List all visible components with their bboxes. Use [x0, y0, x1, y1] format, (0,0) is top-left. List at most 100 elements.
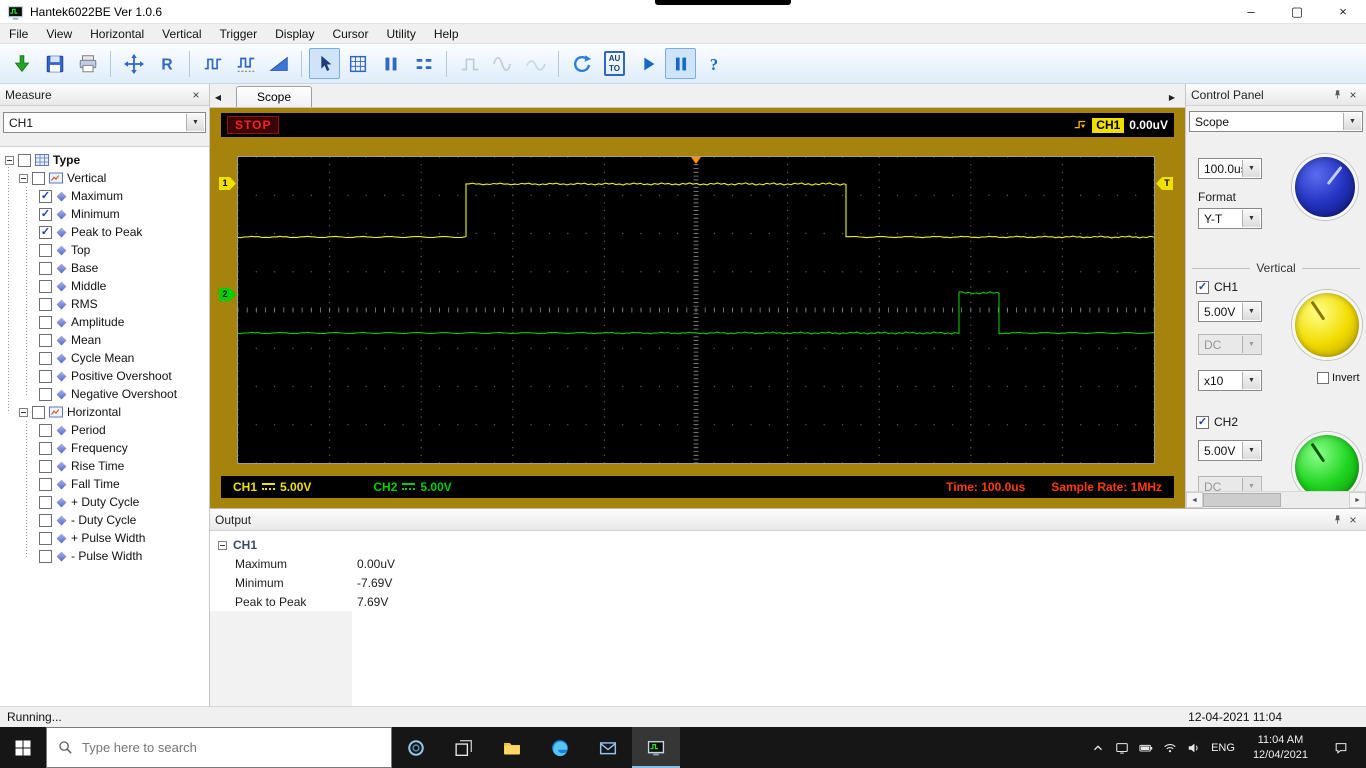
timebase-knob[interactable]: [1292, 154, 1358, 220]
menu-display[interactable]: Display: [266, 24, 323, 43]
ramp-generator-button[interactable]: [263, 48, 294, 79]
task-view-button[interactable]: [440, 727, 488, 768]
ch2-scale-select[interactable]: 5.00V: [1198, 440, 1262, 461]
taskbar-clock[interactable]: 11:04 AM 12/04/2021: [1253, 733, 1308, 762]
help-button[interactable]: ?: [698, 48, 729, 79]
checkbox[interactable]: [39, 388, 52, 401]
tree-item-frequency[interactable]: Frequency: [2, 439, 209, 457]
checkbox[interactable]: [32, 172, 45, 185]
tree-item-pulse-width[interactable]: + Pulse Width: [2, 529, 209, 547]
tree-item-positive-overshoot[interactable]: Positive Overshoot: [2, 367, 209, 385]
tree-expander-icon[interactable]: [19, 174, 28, 183]
grid-measure-button[interactable]: [342, 48, 373, 79]
save-button[interactable]: [39, 48, 70, 79]
tree-expander-icon[interactable]: [5, 156, 14, 165]
checkbox[interactable]: [39, 280, 52, 293]
control-panel-scrollbar[interactable]: ◄ ►: [1186, 491, 1366, 508]
checkbox[interactable]: [39, 370, 52, 383]
scrollbar-thumb[interactable]: [1203, 493, 1281, 507]
close-button[interactable]: ×: [1320, 0, 1366, 23]
checkbox[interactable]: ✓: [39, 226, 52, 239]
start-button[interactable]: [0, 727, 46, 768]
checkbox[interactable]: [39, 532, 52, 545]
close-icon[interactable]: ×: [1345, 512, 1361, 528]
checkbox[interactable]: [39, 352, 52, 365]
hantek-app-button[interactable]: [632, 727, 680, 768]
checkbox[interactable]: [39, 424, 52, 437]
auto-range-button[interactable]: R: [151, 48, 182, 79]
checkbox[interactable]: [39, 316, 52, 329]
ch1-invert-checkbox[interactable]: [1317, 372, 1329, 384]
tree-item-minimum[interactable]: ✓Minimum: [2, 205, 209, 223]
vertical-cursors-button[interactable]: [375, 48, 406, 79]
ch1-probe-select[interactable]: x10: [1198, 370, 1262, 391]
menu-help[interactable]: Help: [425, 24, 468, 43]
tab-scroll-left-button[interactable]: ◀: [210, 87, 226, 107]
hardware-icon[interactable]: [1115, 741, 1129, 755]
taskbar-search[interactable]: [46, 727, 392, 768]
hidden-icons-chevron[interactable]: [1091, 741, 1105, 755]
battery-icon[interactable]: [1139, 741, 1153, 755]
pin-icon[interactable]: [1329, 87, 1345, 103]
menu-view[interactable]: View: [37, 24, 81, 43]
menu-horizontal[interactable]: Horizontal: [81, 24, 153, 43]
pause-button[interactable]: [665, 48, 696, 79]
tree-item-fall-time[interactable]: Fall Time: [2, 475, 209, 493]
ch1-position-knob[interactable]: [1292, 290, 1362, 360]
checkbox[interactable]: [39, 244, 52, 257]
waveform-window-button[interactable]: [197, 48, 228, 79]
checkbox[interactable]: [39, 460, 52, 473]
wifi-icon[interactable]: [1163, 741, 1177, 755]
checkbox[interactable]: [18, 154, 31, 167]
tree-item-duty-cycle[interactable]: - Duty Cycle: [2, 511, 209, 529]
pan-move-button[interactable]: [118, 48, 149, 79]
action-center-icon[interactable]: [1326, 741, 1356, 755]
menu-file[interactable]: File: [0, 24, 37, 43]
open-button[interactable]: [6, 48, 37, 79]
tree-item-negative-overshoot[interactable]: Negative Overshoot: [2, 385, 209, 403]
checkbox[interactable]: [39, 514, 52, 527]
minimize-button[interactable]: –: [1228, 0, 1274, 23]
ch1-enable-checkbox[interactable]: ✓: [1196, 281, 1209, 294]
checkbox[interactable]: [39, 478, 52, 491]
tree-item-peak-to-peak[interactable]: ✓Peak to Peak: [2, 223, 209, 241]
tree-item-top[interactable]: Top: [2, 241, 209, 259]
pin-icon[interactable]: [1329, 512, 1345, 528]
volume-icon[interactable]: [1187, 741, 1201, 755]
menu-trigger[interactable]: Trigger: [211, 24, 267, 43]
tree-node-type[interactable]: Type: [2, 151, 209, 169]
tab-scroll-right-button[interactable]: ▶: [1164, 87, 1180, 107]
checkbox[interactable]: ✓: [39, 208, 52, 221]
timebase-select[interactable]: 100.0us: [1198, 158, 1262, 179]
autoset-button[interactable]: AUTO: [599, 48, 630, 79]
tree-expander-icon[interactable]: [19, 408, 28, 417]
tree-item-amplitude[interactable]: Amplitude: [2, 313, 209, 331]
tree-item-pulse-width[interactable]: - Pulse Width: [2, 547, 209, 565]
scroll-right-button[interactable]: ►: [1349, 492, 1366, 508]
tree-item-middle[interactable]: Middle: [2, 277, 209, 295]
menu-cursor[interactable]: Cursor: [323, 24, 377, 43]
ch2-position-marker[interactable]: 2: [219, 288, 236, 301]
panel-mode-select[interactable]: Scope: [1189, 111, 1363, 132]
checkbox[interactable]: [39, 550, 52, 563]
checkbox[interactable]: [39, 334, 52, 347]
print-button[interactable]: [72, 48, 103, 79]
checkbox[interactable]: [39, 442, 52, 455]
tree-item-maximum[interactable]: ✓Maximum: [2, 187, 209, 205]
close-icon[interactable]: ×: [1345, 87, 1361, 103]
menu-utility[interactable]: Utility: [377, 24, 424, 43]
language-indicator[interactable]: ENG: [1211, 742, 1235, 754]
menu-vertical[interactable]: Vertical: [153, 24, 210, 43]
checkbox[interactable]: [39, 496, 52, 509]
waveform-measure-button[interactable]: [230, 48, 261, 79]
trigger-position-marker[interactable]: [691, 157, 701, 164]
tree-node-vertical[interactable]: Vertical: [2, 169, 209, 187]
tree-item-period[interactable]: Period: [2, 421, 209, 439]
tab-scope[interactable]: Scope: [236, 86, 312, 107]
ch1-position-marker[interactable]: 1: [219, 177, 236, 190]
close-icon[interactable]: ×: [188, 87, 204, 103]
tree-item-mean[interactable]: Mean: [2, 331, 209, 349]
tree-item-rms[interactable]: RMS: [2, 295, 209, 313]
search-input[interactable]: [82, 740, 342, 755]
tree-item-cycle-mean[interactable]: Cycle Mean: [2, 349, 209, 367]
